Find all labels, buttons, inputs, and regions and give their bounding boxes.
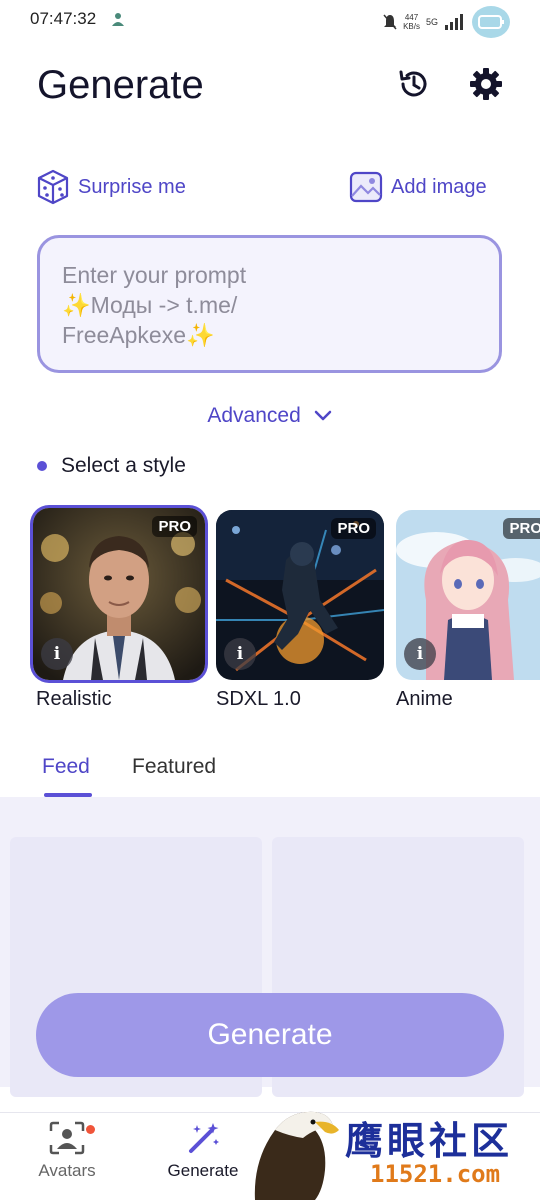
style-label-sdxl: SDXL 1.0 <box>216 688 301 710</box>
nav-item-generate[interactable]: Generate <box>148 1121 258 1181</box>
info-button[interactable]: i <box>41 638 73 670</box>
watermark-text: 鹰眼社区 <box>345 1118 514 1163</box>
history-icon <box>399 70 427 97</box>
status-icons: 447 KB/s 5G <box>383 6 510 38</box>
advanced-toggle[interactable]: Advanced <box>0 404 540 428</box>
surprise-me-label: Surprise me <box>78 175 186 198</box>
add-image-label: Add image <box>391 175 487 198</box>
page-title: Generate <box>37 63 204 107</box>
watermark: 鹰眼社区 11521.com <box>245 1100 540 1200</box>
eagle-logo <box>254 1111 339 1200</box>
history-button[interactable] <box>392 62 436 106</box>
style-label-anime: Anime <box>396 688 453 710</box>
nav-avatars-label: Avatars <box>38 1161 96 1180</box>
signal-label: 5G <box>425 17 438 27</box>
generate-button[interactable]: Generate <box>36 993 504 1077</box>
avatar-scan-icon <box>49 1121 85 1155</box>
tab-feed[interactable]: Feed <box>42 755 90 779</box>
signal-icon <box>445 14 463 30</box>
surprise-me-button[interactable]: Surprise me <box>36 168 186 206</box>
settings-button[interactable] <box>464 62 508 106</box>
nav-item-avatars[interactable]: Avatars <box>12 1121 122 1181</box>
pro-badge: PRO <box>503 518 540 539</box>
notification-dot <box>86 1125 95 1134</box>
style-section-heading: Select a style <box>37 454 186 478</box>
status-time: 07:47:32 <box>30 9 97 28</box>
style-card-realistic[interactable]: PRO i <box>33 508 205 680</box>
pro-badge: PRO <box>331 518 376 539</box>
tab-featured[interactable]: Featured <box>132 755 216 779</box>
info-button[interactable]: i <box>404 638 436 670</box>
style-label-realistic: Realistic <box>36 688 112 710</box>
pro-badge: PRO <box>152 516 197 537</box>
magic-wand-icon <box>189 1123 219 1153</box>
info-button[interactable]: i <box>224 638 256 670</box>
style-card-sdxl[interactable]: PRO i <box>216 510 384 680</box>
nav-generate-label: Generate <box>167 1161 239 1180</box>
advanced-label: Advanced <box>207 404 301 427</box>
image-icon <box>349 171 383 203</box>
net-speed: 447 KB/s <box>403 13 420 31</box>
battery-badge <box>472 6 510 38</box>
prompt-input[interactable]: Enter your prompt ✨Моды -> t.me/ FreeApk… <box>37 235 502 373</box>
add-image-button[interactable]: Add image <box>349 168 487 206</box>
style-heading-label: Select a style <box>61 454 186 477</box>
bullet-dot <box>37 461 47 471</box>
person-icon <box>112 13 124 26</box>
prompt-placeholder: Enter your prompt ✨Моды -> t.me/ FreeApk… <box>62 262 247 348</box>
mute-icon <box>383 14 397 30</box>
chevron-down-icon <box>314 411 331 421</box>
status-bar: 07:47:32 447 KB/s 5G <box>0 0 540 44</box>
dice-icon <box>37 169 69 205</box>
gear-icon <box>470 68 502 100</box>
style-card-anime[interactable]: PRO i <box>396 510 540 680</box>
watermark-url: 11521.com <box>370 1160 501 1188</box>
